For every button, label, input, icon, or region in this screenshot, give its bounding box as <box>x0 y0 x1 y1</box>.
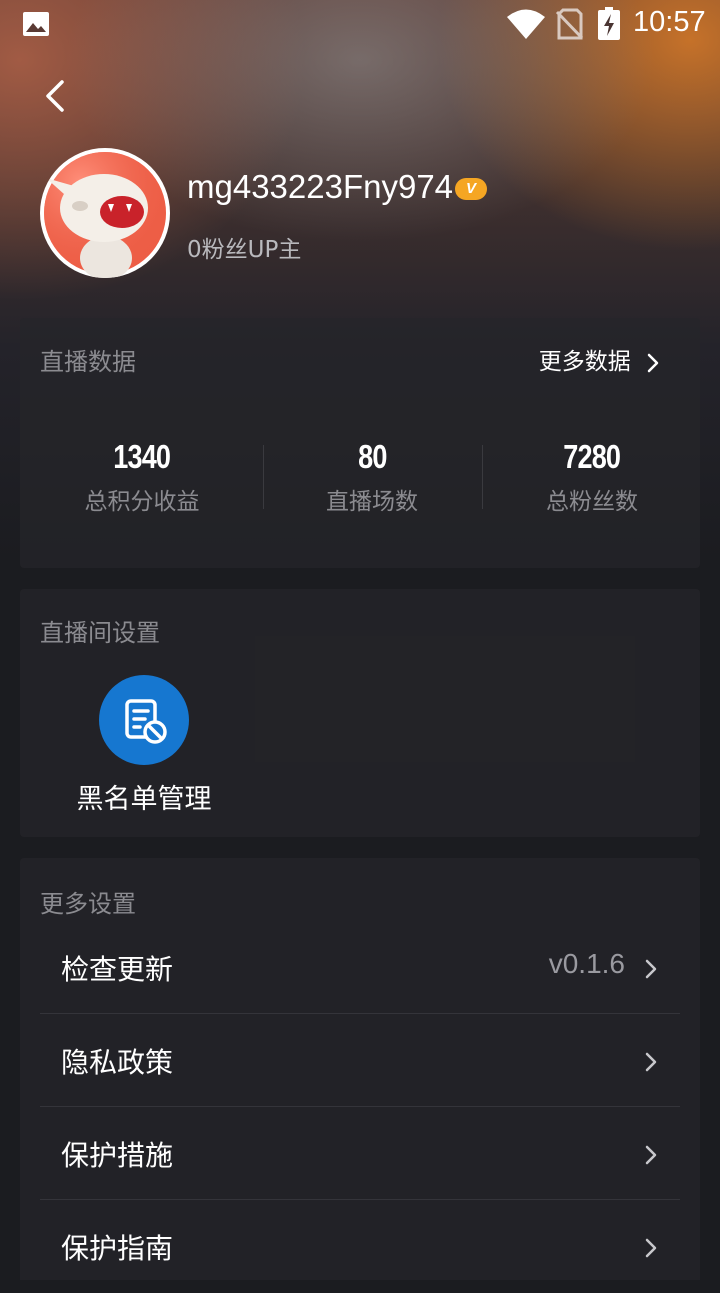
blacklist-label[interactable]: 黑名单管理 <box>60 777 228 816</box>
settings-row-privacy-policy[interactable]: 隐私政策 <box>40 1015 680 1107</box>
chevron-right-icon <box>645 1052 657 1072</box>
row-divider <box>40 1199 680 1200</box>
photo-icon <box>23 12 49 36</box>
verified-badge: V <box>455 178 488 201</box>
username-text: mg433223Fny974 <box>187 168 454 205</box>
stat-value: 80 <box>357 438 387 475</box>
mascot-avatar-icon <box>44 152 166 278</box>
stat-label: 总积分收益 <box>84 489 200 515</box>
version-value: v0.1.6 <box>548 948 625 979</box>
status-bar: 10:57 <box>0 0 720 50</box>
row-label: 保护指南 <box>61 1232 174 1265</box>
stat-value: 7280 <box>563 438 622 475</box>
user-subtitle: 0粉丝UP主 <box>187 237 302 263</box>
stat-value: 1340 <box>113 438 172 475</box>
stat-label: 总粉丝数 <box>546 489 638 515</box>
blacklist-button[interactable] <box>99 675 189 765</box>
blacklist-document-icon <box>125 699 167 744</box>
back-arrow-icon[interactable] <box>38 76 74 116</box>
settings-row-protection-guide[interactable]: 保护指南 <box>40 1201 680 1293</box>
avatar[interactable] <box>40 148 170 278</box>
live-data-card: 直播数据 更多数据 1340 总积分收益 80 直播场数 7280 总粉丝数 <box>20 318 700 568</box>
settings-row-check-update[interactable]: 检查更新 v0.1.6 <box>40 922 680 1014</box>
more-settings-card: 更多设置 检查更新 v0.1.6 隐私政策 保护措施 保护指南 <box>20 858 700 1280</box>
stat-total-points: 1340 总积分收益 <box>32 438 252 516</box>
chevron-right-icon <box>645 1145 657 1165</box>
chevron-right-icon <box>645 1238 657 1258</box>
row-label: 检查更新 <box>61 953 174 986</box>
settings-row-protection-measures[interactable]: 保护措施 <box>40 1108 680 1200</box>
username: mg433223Fny974 V <box>187 168 488 206</box>
more-data-label: 更多数据 <box>538 349 631 375</box>
stat-total-fans: 7280 总粉丝数 <box>482 438 702 516</box>
stat-live-count: 80 直播场数 <box>262 438 482 516</box>
no-sim-icon <box>555 8 583 40</box>
more-data-link[interactable]: 更多数据 <box>539 342 660 376</box>
row-label: 保护措施 <box>61 1139 174 1172</box>
chevron-right-icon <box>647 353 659 372</box>
stat-label: 直播场数 <box>326 489 418 515</box>
row-divider <box>40 1106 680 1107</box>
chevron-right-icon <box>645 959 657 979</box>
row-label: 隐私政策 <box>61 1046 174 1079</box>
live-data-title: 直播数据 <box>40 348 136 376</box>
row-divider <box>40 1013 680 1014</box>
status-time: 10:57 <box>633 6 706 38</box>
room-settings-title: 直播间设置 <box>40 619 160 647</box>
wifi-icon <box>507 9 545 39</box>
more-settings-title: 更多设置 <box>40 890 136 918</box>
room-settings-card: 直播间设置 黑名单管理 <box>20 589 700 837</box>
battery-charging-icon <box>598 7 620 40</box>
